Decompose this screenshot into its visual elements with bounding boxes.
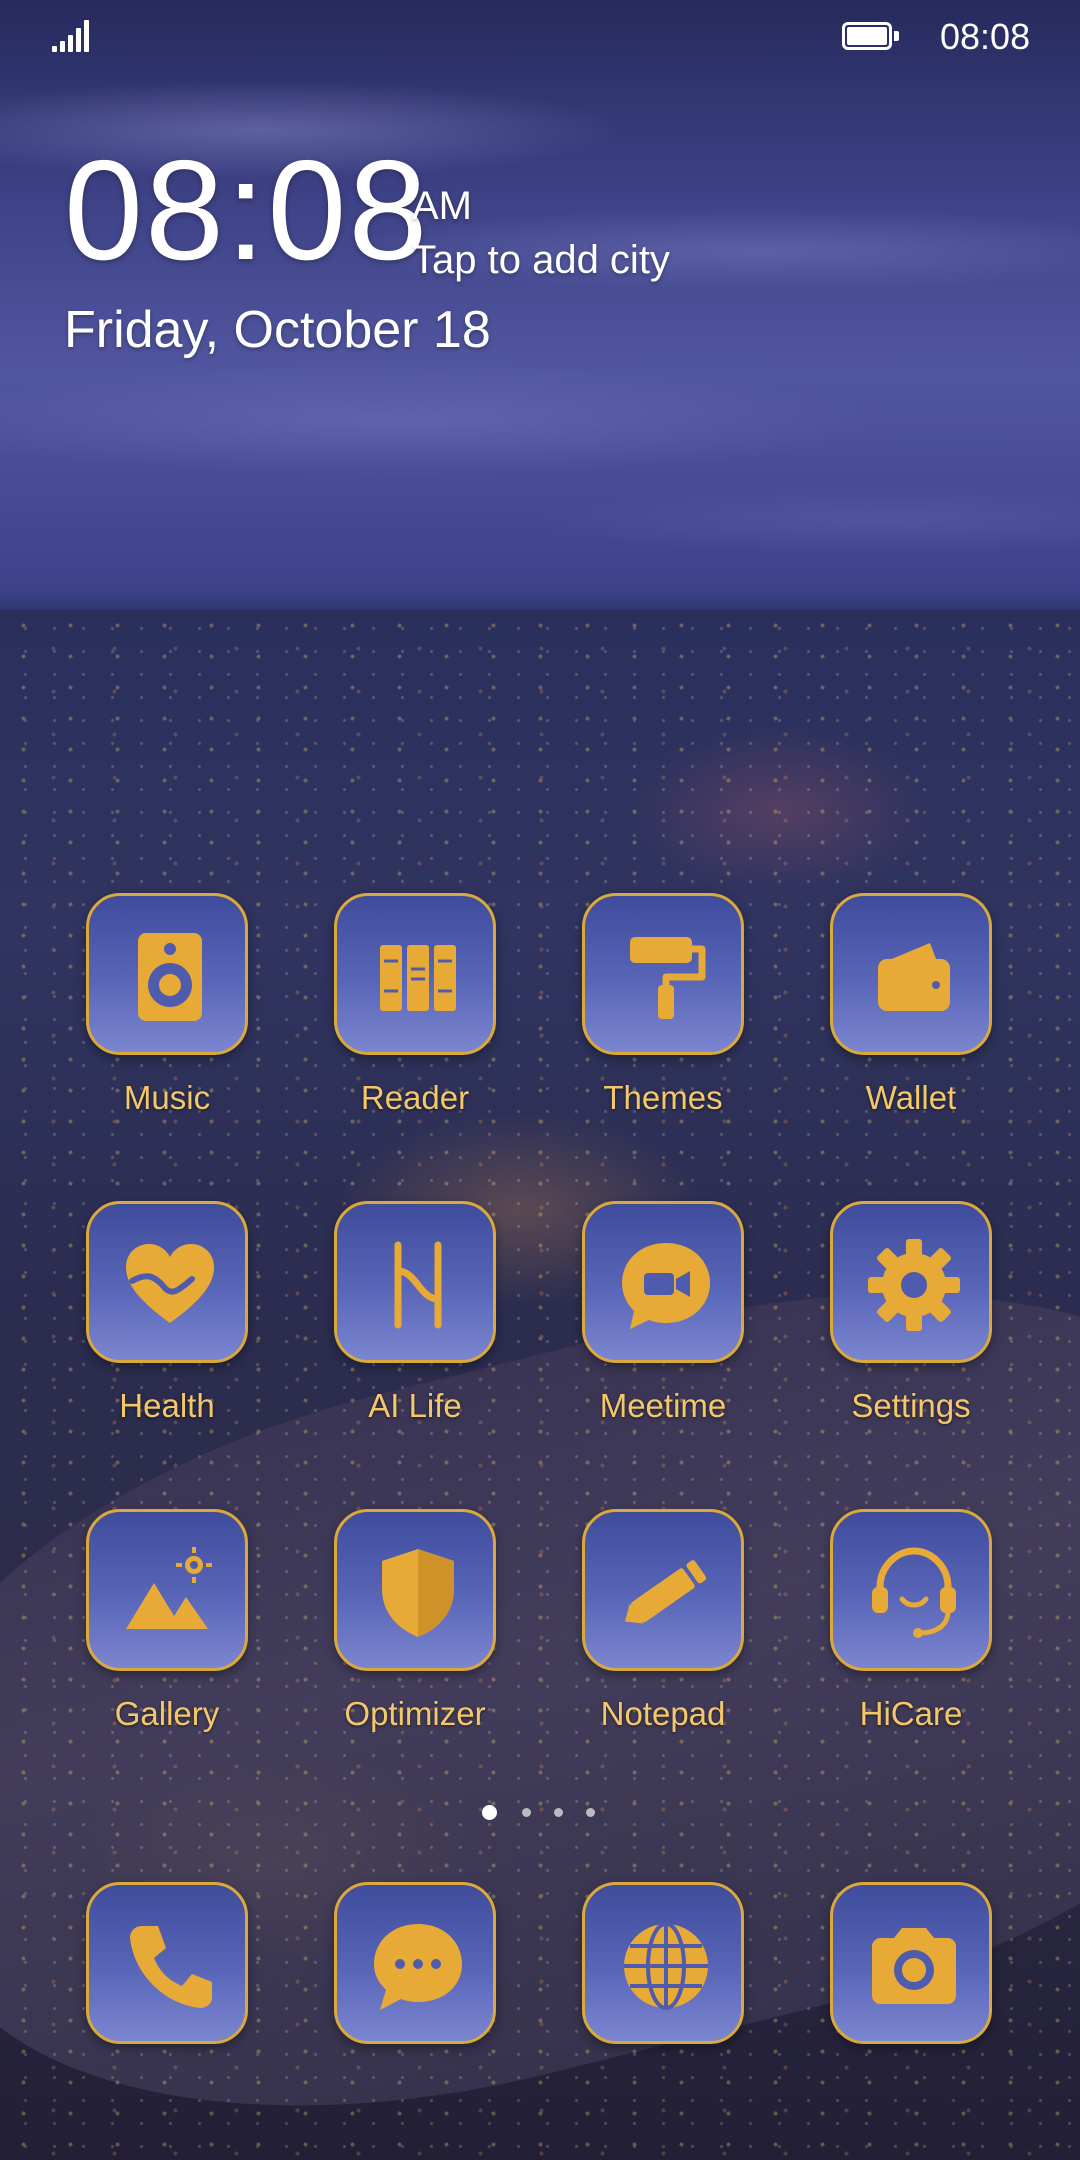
app-health[interactable]: Health [52,1201,252,1461]
headset-icon [872,1547,956,1638]
app-label-reader: Reader [360,1079,470,1116]
app-tile[interactable] [830,1201,992,1363]
app-themes[interactable]: Themes [548,893,748,1153]
books-icon [380,945,456,1011]
app-tile[interactable] [334,1509,496,1671]
app-tile[interactable] [334,1882,496,2044]
app-label-health: Health [119,1387,215,1424]
app-tile[interactable] [334,1201,496,1363]
app-tile[interactable] [830,1882,992,2044]
message-bubble-icon [374,1924,462,2010]
app-label-hicare: HiCare [859,1695,963,1732]
app-tile[interactable] [582,1201,744,1363]
paint-roller-icon [630,937,706,1019]
status-bar: 08:08 [0,0,1080,70]
app-notepad[interactable]: Notepad [548,1509,748,1769]
page-indicator[interactable] [482,1802,602,1822]
dock-phone[interactable] [52,1882,252,2142]
app-settings[interactable]: Settings [796,1201,996,1461]
music-speaker-icon [138,933,202,1021]
app-tile[interactable] [86,1201,248,1363]
app-gallery[interactable]: Gallery [52,1509,252,1769]
app-tile[interactable] [86,1882,248,2044]
app-tile[interactable] [86,1509,248,1671]
mountain-sun-icon [126,1547,212,1629]
status-time: 08:08 [940,16,1031,57]
app-label-music: Music [123,1079,211,1116]
clock-date[interactable]: Friday, October 18 [64,300,491,360]
app-tile[interactable] [582,1882,744,2044]
wallet-icon [878,943,950,1011]
page-dot[interactable] [522,1808,531,1817]
app-label-themes: Themes [603,1079,723,1116]
app-tile[interactable] [830,1509,992,1671]
phone-icon [130,1926,212,2008]
page-dot[interactable] [554,1808,563,1817]
app-tile[interactable] [582,893,744,1055]
app-label-settings: Settings [851,1387,971,1424]
app-tile[interactable] [86,893,248,1055]
app-label-ai-life: AI Life [368,1387,462,1424]
pencil-icon [625,1560,707,1624]
app-label-meetime: Meetime [599,1387,727,1424]
app-hicare[interactable]: HiCare [796,1509,996,1769]
page-dot-active[interactable] [482,1805,497,1820]
app-tile[interactable] [830,893,992,1055]
app-optimizer[interactable]: Optimizer [300,1509,500,1769]
app-tile[interactable] [582,1509,744,1671]
signal-icon [52,20,92,52]
shield-icon [382,1549,454,1637]
dock-camera[interactable] [796,1882,996,2142]
app-label-wallet: Wallet [865,1079,957,1116]
app-label-optimizer: Optimizer [344,1695,486,1732]
dock-browser[interactable] [548,1882,748,2142]
heart-icon [126,1244,214,1323]
battery-icon [842,22,900,50]
app-tile[interactable] [334,893,496,1055]
clock-time[interactable]: 08:08 [64,140,429,282]
app-ai-life[interactable]: AI Life [300,1201,500,1461]
globe-icon [624,1922,708,2010]
app-reader[interactable]: Reader [300,893,500,1153]
camera-icon [872,1928,956,2004]
video-chat-icon [622,1243,710,1329]
ai-life-logo-icon [394,1241,442,1329]
app-label-notepad: Notepad [600,1695,726,1732]
page-dot[interactable] [586,1808,595,1817]
add-city-link[interactable]: Tap to add city [412,238,670,283]
gear-icon [868,1239,960,1331]
app-music[interactable]: Music [52,893,252,1153]
clock-ampm: AM [412,184,472,228]
app-wallet[interactable]: Wallet [796,893,996,1153]
dock-messages[interactable] [300,1882,500,2142]
app-label-gallery: Gallery [114,1695,220,1732]
app-meetime[interactable]: Meetime [548,1201,748,1461]
